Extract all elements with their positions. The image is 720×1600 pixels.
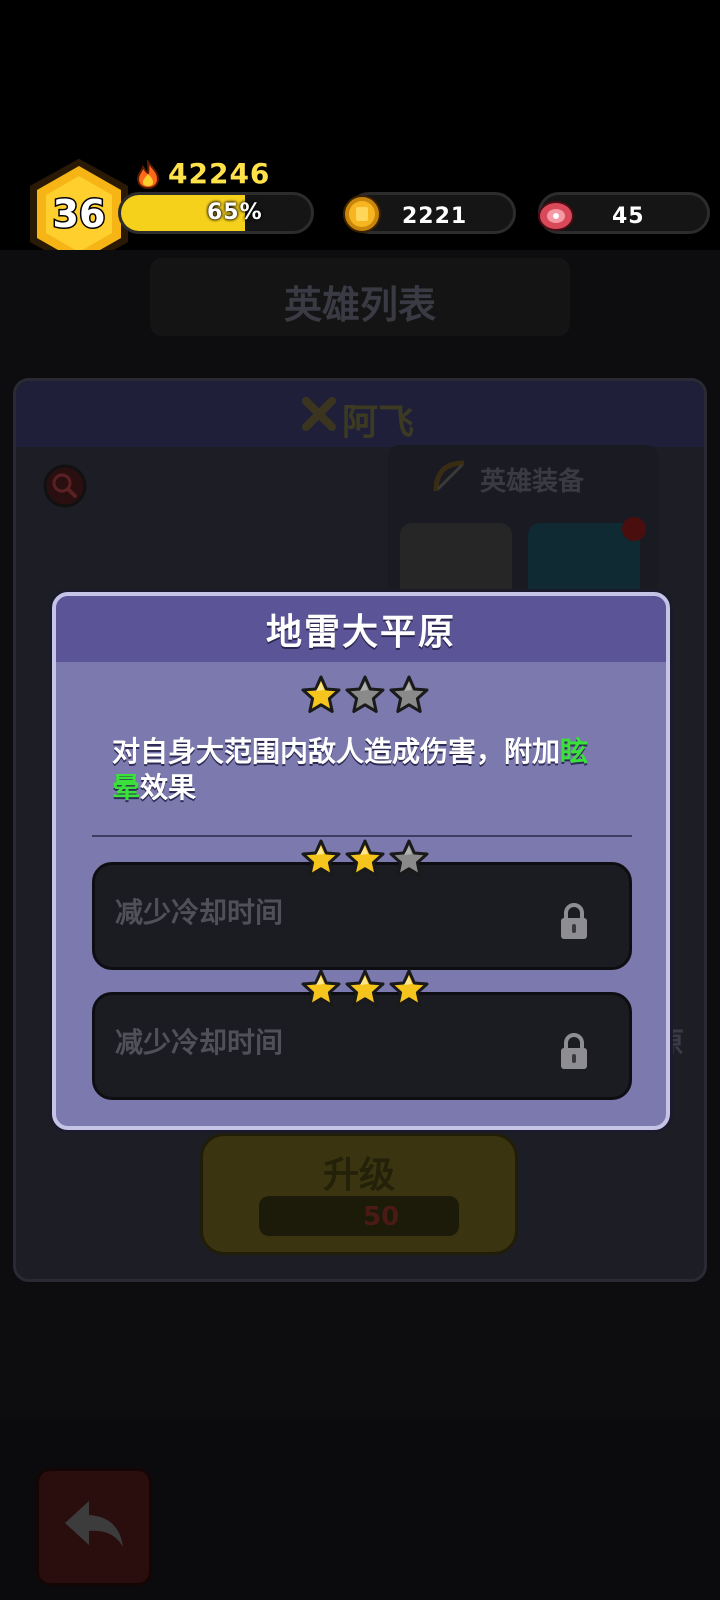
level-number: 36 [53,192,106,236]
modal-header: 地雷大平原 [56,596,666,662]
upgrade-cost-box: 50 [259,1196,459,1236]
notification-dot [622,517,646,541]
current-star-rating [300,674,430,716]
coin-icon [343,195,381,233]
search-icon[interactable] [42,463,88,509]
upgrade-tier-2-stars [300,838,430,880]
star-empty-icon [389,839,429,877]
back-button[interactable] [36,1468,152,1586]
upgrade-label: 升级 [322,1155,395,1196]
equipment-title: 英雄装备 [480,467,585,497]
divider [92,835,632,837]
star-filled-icon [389,969,429,1007]
crossed-bones-icon [302,397,336,431]
description-text-end: 效果 [140,771,197,804]
upgrade-cost: 50 [363,1202,400,1232]
back-arrow-icon [65,1501,123,1547]
skill-modal: 地雷大平原 对自身大范围内敌人造成伤害，附加眩晕效果 减少冷却时间 减少冷却时间 [52,592,670,1130]
star-empty-icon [389,675,429,713]
modal-title: 地雷大平原 [265,612,456,653]
fire-icon [136,160,160,190]
meat-icon [538,201,574,231]
screen-title: 英雄列表 [283,283,436,327]
upgrade-button[interactable]: 升级 50 [200,1133,518,1255]
hero-panel-header: 阿飞 [16,381,704,447]
screen-title-banner: 英雄列表 [150,258,570,336]
lock-icon [561,1033,587,1069]
upgrade-tier-2-label: 减少冷却时间 [115,896,284,929]
star-empty-icon [345,675,385,713]
hero-name: 阿飞 [342,402,415,443]
lock-icon [561,903,587,939]
bow-icon [433,460,465,492]
upgrade-tier-3-stars [300,968,430,1010]
skill-description: 对自身大范围内敌人造成伤害，附加眩晕效果 [112,734,612,806]
xp-percent: 65% [207,200,263,225]
description-text: 对自身大范围内敌人造成伤害，附加 [112,735,561,768]
star-filled-icon [345,839,385,877]
star-filled-icon [345,969,385,1007]
meat-value: 45 [612,204,645,229]
star-filled-icon [301,675,341,713]
star-filled-icon [301,839,341,877]
power-value: 42246 [168,157,271,190]
star-filled-icon [301,969,341,1007]
coins-value: 2221 [402,204,468,229]
upgrade-tier-3-label: 减少冷却时间 [115,1026,284,1059]
